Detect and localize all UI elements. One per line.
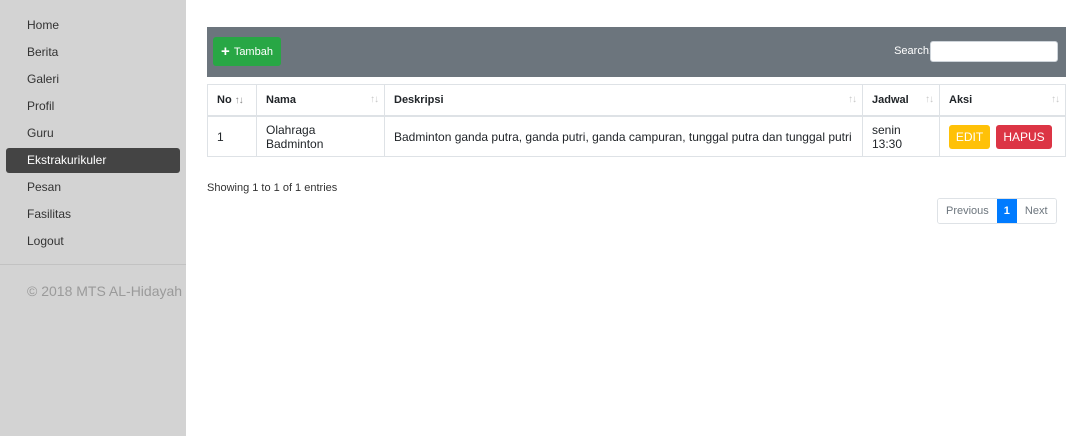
cell-jadwal: senin 13:30 [862, 115, 940, 157]
sidebar-item-profil[interactable]: Profil [6, 93, 180, 120]
pagination-page-current[interactable]: 1 [996, 199, 1017, 223]
column-header-deskripsi[interactable]: Deskripsi ↑↓ [384, 84, 863, 117]
table-toolbar: + Tambah Search: [207, 27, 1066, 77]
sort-icon: ↑↓ [370, 94, 379, 105]
sort-icon: ↑↓ [1051, 94, 1060, 105]
table-row: 1 Olahraga Badminton Badminton ganda put… [207, 115, 1066, 157]
sidebar-item-berita[interactable]: Berita [6, 39, 180, 66]
pagination-next[interactable]: Next [1016, 199, 1056, 223]
sort-icon: ↑↓ [848, 94, 857, 105]
column-header-jadwal[interactable]: Jadwal ↑↓ [862, 84, 940, 117]
add-button[interactable]: + Tambah [213, 37, 281, 66]
sort-icon: ↑↓ [234, 95, 244, 106]
cell-aksi: EDIT HAPUS [939, 115, 1066, 157]
table-info: Showing 1 to 1 of 1 entries [207, 182, 338, 194]
sidebar-item-fasilitas[interactable]: Fasilitas [6, 201, 180, 228]
delete-button[interactable]: HAPUS [996, 124, 1052, 149]
cell-no: 1 [207, 115, 257, 157]
edit-button[interactable]: EDIT [949, 124, 990, 149]
pagination-previous[interactable]: Previous [938, 199, 997, 223]
sidebar-item-galeri[interactable]: Galeri [6, 66, 180, 93]
sidebar-footer: © 2018 MTS AL-Hidayah [27, 283, 183, 299]
sidebar: Home Berita Galeri Profil Guru Ekstrakur… [0, 0, 186, 436]
column-header-no[interactable]: No ↑↓ [207, 84, 257, 117]
pagination: Previous 1 Next [937, 198, 1057, 224]
sidebar-item-home[interactable]: Home [6, 12, 180, 39]
sidebar-item-logout[interactable]: Logout [6, 228, 180, 255]
cell-deskripsi: Badminton ganda putra, ganda putri, gand… [384, 115, 863, 157]
column-header-aksi[interactable]: Aksi ↑↓ [939, 84, 1066, 117]
sidebar-menu: Home Berita Galeri Profil Guru Ekstrakur… [0, 0, 186, 255]
search-input[interactable] [930, 41, 1058, 62]
search-label: Search: [894, 45, 932, 57]
column-header-nama[interactable]: Nama ↑↓ [256, 84, 385, 117]
sidebar-item-guru[interactable]: Guru [6, 120, 180, 147]
sidebar-item-pesan[interactable]: Pesan [6, 174, 180, 201]
data-table: No ↑↓ Nama ↑↓ Deskripsi ↑↓ Jadwal ↑↓ Aksi… [207, 84, 1066, 157]
sort-icon: ↑↓ [925, 94, 934, 105]
plus-icon: + [221, 43, 230, 60]
sidebar-item-ekstrakurikuler[interactable]: Ekstrakurikuler [6, 148, 180, 173]
cell-nama: Olahraga Badminton [256, 115, 385, 157]
add-button-label: Tambah [233, 45, 273, 58]
table-header-row: No ↑↓ Nama ↑↓ Deskripsi ↑↓ Jadwal ↑↓ Aksi… [207, 84, 1066, 117]
